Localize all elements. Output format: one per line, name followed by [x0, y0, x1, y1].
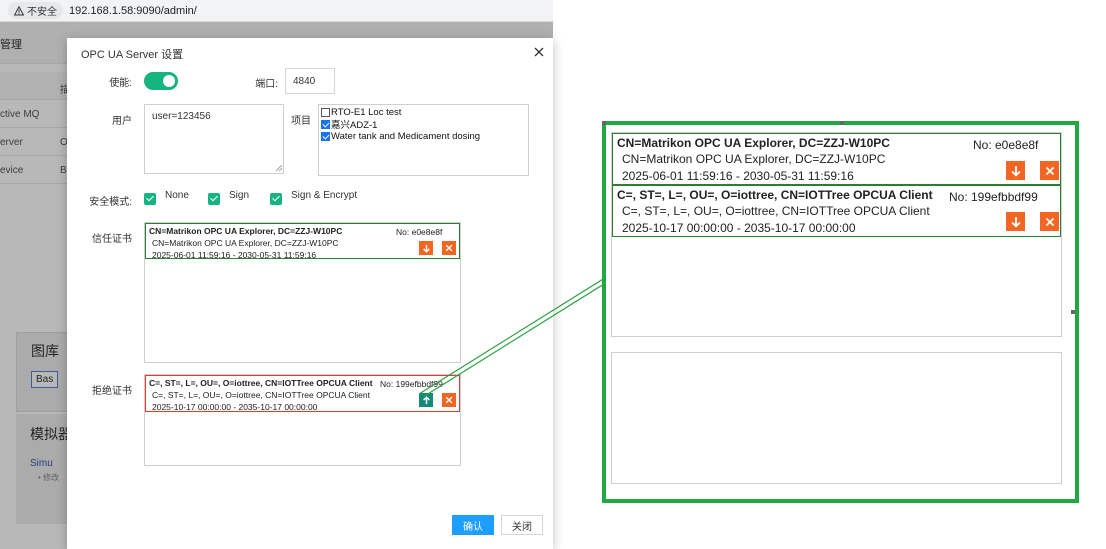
- security-sign-checkbox[interactable]: [208, 193, 220, 205]
- cert-subject: CN=Matrikon OPC UA Explorer, DC=ZZJ-W10P…: [152, 238, 339, 248]
- url-text[interactable]: 192.168.1.58:9090/admin/: [69, 5, 197, 17]
- arrow-up-icon: [422, 395, 430, 404]
- close-icon: [445, 244, 453, 252]
- cert-cn: CN=Matrikon OPC UA Explorer, DC=ZZJ-W10P…: [617, 136, 890, 150]
- delete-cert-button[interactable]: [1040, 161, 1059, 180]
- selection-handle: [1071, 310, 1075, 314]
- dialog-title: OPC UA Server 设置: [81, 49, 184, 61]
- cert-dates: 2025-10-17 00:00:00 - 2035-10-17 00:00:0…: [152, 402, 318, 412]
- project-checkbox[interactable]: [321, 119, 330, 129]
- reject-cert-button[interactable]: [1006, 212, 1025, 231]
- zoom-cert-item[interactable]: C=, ST=, L=, OU=, O=iottree, CN=IOTTree …: [612, 185, 1061, 237]
- trusted-certs-list: CN=Matrikon OPC UA Explorer, DC=ZZJ-W10P…: [144, 222, 461, 363]
- reject-cert-button[interactable]: [1006, 161, 1025, 180]
- reject-cert-button[interactable]: [419, 241, 433, 255]
- opcua-settings-dialog: OPC UA Server 设置 使能: 端口: 用户 user=123456 …: [67, 38, 553, 549]
- rejected-certs-list: C=, ST=, L=, OU=, O=iottree, CN=IOTTree …: [144, 374, 461, 466]
- arrow-down-icon: [1010, 216, 1021, 228]
- zoom-rejected-list: [611, 352, 1062, 484]
- confirm-button[interactable]: 确认: [452, 515, 494, 535]
- security-sign-encrypt-label: Sign & Encrypt: [291, 190, 358, 201]
- close-button[interactable]: 关闭: [501, 515, 543, 535]
- cert-number: No: 199efbbdf99: [949, 190, 1038, 204]
- selection-handle: [840, 121, 844, 125]
- project-item[interactable]: Water tank and Medicament dosing: [321, 130, 526, 142]
- cert-subject: C=, ST=, L=, OU=, O=iottree, CN=IOTTree …: [622, 204, 930, 218]
- zoom-cert-item[interactable]: CN=Matrikon OPC UA Explorer, DC=ZZJ-W10P…: [612, 133, 1061, 185]
- cert-cn: C=, ST=, L=, OU=, O=iottree, CN=IOTTree …: [149, 378, 373, 388]
- enable-label: 使能:: [109, 78, 132, 89]
- project-item-label: Water tank and Medicament dosing: [331, 130, 481, 142]
- security-none-label: None: [165, 190, 189, 201]
- browser-address-bar[interactable]: 不安全 192.168.1.58:9090/admin/: [0, 0, 553, 22]
- cert-cn: CN=Matrikon OPC UA Explorer, DC=ZZJ-W10P…: [149, 226, 343, 236]
- delete-cert-button[interactable]: [442, 241, 456, 255]
- selection-handle: [602, 121, 606, 125]
- close-icon: [1045, 166, 1054, 175]
- security-indicator[interactable]: 不安全: [8, 2, 63, 19]
- cert-dates: 2025-10-17 00:00:00 - 2035-10-17 00:00:0…: [622, 221, 856, 235]
- project-checkbox[interactable]: [321, 131, 330, 141]
- delete-cert-button[interactable]: [1040, 212, 1059, 231]
- dialog-close-button[interactable]: [531, 44, 547, 60]
- user-label: 用户: [112, 116, 132, 127]
- security-sign-option[interactable]: Sign: [208, 190, 249, 205]
- trusted-cert-item[interactable]: CN=Matrikon OPC UA Explorer, DC=ZZJ-W10P…: [145, 223, 460, 260]
- cert-subject: C=, ST=, L=, OU=, O=iottree, CN=IOTTree …: [152, 390, 370, 400]
- security-sign-encrypt-checkbox[interactable]: [270, 193, 282, 205]
- cert-dates: 2025-06-01 11:59:16 - 2030-05-31 11:59:1…: [622, 169, 854, 183]
- project-list: RTO-E1 Loc test 嘉兴ADZ-1 Water tank and M…: [318, 104, 529, 176]
- project-item-label: 嘉兴ADZ-1: [331, 120, 378, 131]
- security-none-checkbox[interactable]: [144, 193, 156, 205]
- cert-number: No: e0e8e8f: [396, 227, 443, 237]
- port-input[interactable]: [285, 68, 335, 94]
- delete-cert-button[interactable]: [442, 393, 456, 407]
- zoom-highlight-panel: CN=Matrikon OPC UA Explorer, DC=ZZJ-W10P…: [602, 121, 1079, 503]
- security-sign-label: Sign: [229, 190, 250, 201]
- close-icon: [445, 396, 453, 404]
- port-label: 端口:: [255, 79, 278, 90]
- project-item[interactable]: 嘉兴ADZ-1: [321, 118, 526, 131]
- rejected-certs-label: 拒绝证书: [92, 386, 132, 397]
- trusted-certs-label: 信任证书: [92, 234, 132, 245]
- security-none-option[interactable]: None: [144, 190, 189, 205]
- rejected-cert-item[interactable]: C=, ST=, L=, OU=, O=iottree, CN=IOTTree …: [145, 375, 460, 412]
- enable-toggle[interactable]: [144, 72, 178, 90]
- close-icon: [534, 47, 544, 57]
- cert-subject: CN=Matrikon OPC UA Explorer, DC=ZZJ-W10P…: [622, 152, 886, 166]
- trust-cert-button[interactable]: [419, 393, 433, 407]
- close-icon: [1045, 217, 1054, 226]
- project-label: 项目: [291, 116, 311, 127]
- zoom-trusted-list: CN=Matrikon OPC UA Explorer, DC=ZZJ-W10P…: [611, 132, 1062, 337]
- security-sign-encrypt-option[interactable]: Sign & Encrypt: [270, 190, 357, 205]
- cert-number: No: e0e8e8f: [973, 138, 1039, 152]
- cert-number: No: 199efbbdf99: [380, 379, 443, 389]
- resize-grip-icon[interactable]: [275, 164, 283, 172]
- project-checkbox[interactable]: [321, 107, 330, 117]
- security-mode-label: 安全模式:: [89, 197, 132, 208]
- toggle-knob: [163, 75, 175, 87]
- arrow-down-icon: [422, 244, 430, 253]
- project-item-label: RTO-E1 Loc test: [331, 106, 402, 118]
- warning-icon: [14, 5, 24, 15]
- arrow-down-icon: [1010, 165, 1021, 177]
- cert-dates: 2025-06-01 11:59:16 - 2030-05-31 11:59:1…: [152, 250, 317, 260]
- cert-cn: C=, ST=, L=, OU=, O=iottree, CN=IOTTree …: [617, 188, 933, 202]
- security-label: 不安全: [27, 7, 57, 18]
